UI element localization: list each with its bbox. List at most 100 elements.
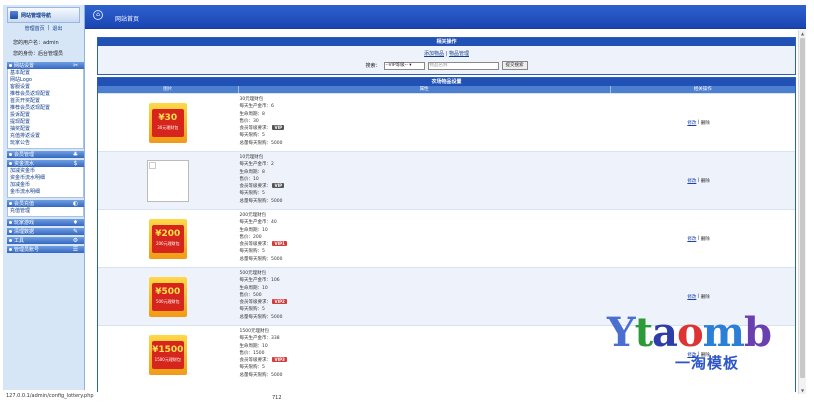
item-manage-link[interactable]: 物品管理 — [449, 51, 469, 57]
search-input[interactable]: 物品名称 — [427, 61, 499, 70]
item-attr: 生命周期：10 — [240, 227, 611, 234]
ops-panel: 相关操作 添加物品 | 物品管理 搜索： --VIP等级-- ▾ 物品名称 提交… — [97, 37, 796, 75]
bullet-icon — [9, 162, 12, 165]
broken-image-icon — [146, 159, 189, 202]
sidebar-item[interactable]: 客服设置 — [10, 84, 81, 91]
sidebar-item[interactable]: 推荐会员返现配置 — [10, 105, 81, 112]
sidebar-item[interactable]: 金币流水明细 — [10, 189, 81, 196]
vip-level-select[interactable]: --VIP等级-- ▾ — [383, 61, 425, 70]
item-attr-text: 售价：30 — [239, 118, 259, 124]
logout-link[interactable]: 退出 — [52, 25, 62, 32]
edit-link[interactable]: 修改 — [687, 352, 696, 358]
sidebar-item[interactable]: 加减资金币 — [10, 168, 81, 175]
sidebar-item[interactable]: 玩家公告 — [10, 140, 81, 147]
sidebar-item[interactable]: 充值管理 — [10, 208, 81, 215]
item-attr-text: 每天限购：5 — [239, 191, 265, 197]
item-attr: 售价：500 — [240, 292, 611, 299]
vertical-scrollbar[interactable]: ▲ ▼ — [798, 30, 806, 394]
item-attr: 会员等级要求： VIP1 — [240, 241, 611, 248]
item-actions-cell: 修改 | 删除 — [610, 210, 795, 267]
sidebar-item[interactable]: 投诉配置 — [10, 112, 81, 119]
item-attr: 每天限购：5 — [240, 132, 611, 139]
admin-home-link[interactable]: 管理首页 — [25, 25, 45, 32]
item-attr: 售价：1500 — [240, 350, 611, 357]
nav-group-title: 会员管理 — [14, 152, 35, 158]
nav-group-header[interactable]: 玩家游戏 ♦ — [7, 219, 84, 226]
nav-group-header[interactable]: 工具 ⚙ — [7, 237, 84, 244]
item-attr-text: 总量每天限购：5000 — [239, 314, 283, 320]
sidebar-item[interactable]: 加减金币 — [10, 182, 81, 189]
item-attr: 每天生产金币：40 — [240, 219, 611, 226]
item-attr: 每天生产金币：6 — [240, 103, 611, 110]
item-attr-text: 每天限购：5 — [239, 133, 265, 139]
delete-link[interactable]: 删除 — [701, 352, 710, 358]
item-attr-text: 10元理财包 — [239, 155, 264, 160]
sidebar-item[interactable]: 基本配置 — [10, 70, 81, 77]
item-attr: 售价：10 — [240, 176, 611, 183]
table-row: ¥30 30元理财包 30元理财包 每天生产金币：6 生命周期：8 售价：30 会员等级要求… — [98, 93, 795, 151]
sidebar-item[interactable]: 首页开奖配置 — [10, 98, 81, 105]
item-image-caption: 200元理财包 — [155, 240, 180, 246]
col-actions: 相关操作 — [693, 87, 712, 92]
edit-link[interactable]: 修改 — [687, 178, 696, 184]
delete-link[interactable]: 删除 — [701, 294, 710, 300]
sidebar-item[interactable]: 推荐会员返现配置 — [10, 91, 81, 98]
edit-link[interactable]: 修改 — [687, 120, 696, 126]
home-icon[interactable]: ⌂ — [93, 10, 103, 20]
ops-title: 相关操作 — [98, 38, 795, 46]
sidebar-item[interactable]: 充值排返设置 — [10, 133, 81, 140]
nav-group-header[interactable]: 管理员账号 ☰ — [7, 246, 84, 253]
money-icon: $ — [73, 160, 78, 167]
item-attr-text: 总量每天限购：5000 — [239, 256, 283, 262]
item-attr-text: 生命周期：8 — [239, 111, 265, 117]
nav-group-header[interactable]: 网站设置 ✂ — [7, 62, 84, 69]
item-attr-text: 每天限购：5 — [239, 365, 265, 371]
sidebar-item[interactable]: 提现配置 — [10, 119, 81, 126]
bullet-icon — [9, 248, 12, 251]
item-image-amount: ¥500 — [155, 286, 181, 297]
nav-group-header[interactable]: 会员充值 ◐ — [7, 200, 84, 207]
sidebar-item[interactable]: 资金币流水明细 — [10, 175, 81, 182]
item-attr-text: 1500元理财包 — [239, 329, 269, 334]
delete-link[interactable]: 删除 — [701, 178, 710, 184]
item-attr-text: 每天生产金币：2 — [239, 162, 274, 168]
edit-link[interactable]: 修改 — [687, 294, 696, 300]
item-attr: 总量每天限购：5000 — [240, 256, 611, 263]
add-item-link[interactable]: 添加物品 — [424, 51, 444, 57]
item-attr: 10元理财包 — [240, 154, 611, 161]
item-image-cell: ¥500 500元理财包 — [98, 268, 238, 325]
item-attr: 会员等级要求： VIP — [240, 125, 611, 132]
nav-group-header[interactable]: 清理数据 ✎ — [7, 228, 84, 235]
bullet-icon — [9, 239, 12, 242]
table-header: 图片 属性 相关操作 — [98, 86, 795, 93]
item-attr-text: 200元理财包 — [239, 213, 267, 218]
action-separator: | — [697, 294, 700, 299]
nav-group-header[interactable]: 资金流水 $ — [7, 160, 84, 167]
nav-group: 资金流水 $ 加减资金币 资金币流水明细 加减金币 金币流水明细 — [7, 160, 84, 198]
item-attr: 每天限购：5 — [240, 306, 611, 313]
username-line: 您的用户名：admin — [13, 40, 59, 46]
item-attr-text: 生命周期：10 — [239, 285, 268, 291]
item-attr: 30元理财包 — [240, 96, 611, 103]
col-attrs: 属性 — [239, 86, 611, 93]
delete-link[interactable]: 删除 — [701, 236, 710, 242]
item-attr-text: 30元理财包 — [239, 97, 264, 102]
item-attr: 200元理财包 — [240, 212, 611, 219]
nav-group-title: 管理员账号 — [14, 247, 40, 253]
scroll-thumb[interactable] — [800, 38, 805, 378]
scroll-down-icon[interactable]: ▼ — [800, 388, 805, 393]
sidebar-item[interactable]: 网站Logo — [10, 77, 81, 84]
role-line: 您的身份：后台管理员 — [13, 51, 64, 57]
edit-link[interactable]: 修改 — [687, 236, 696, 242]
sidebar-item[interactable]: 抽奖配置 — [10, 126, 81, 133]
nav-group-header[interactable]: 会员管理 ♣ — [7, 151, 84, 158]
vip-level-select-value: --VIP等级-- — [385, 62, 408, 68]
delete-link[interactable]: 删除 — [701, 120, 710, 126]
top-links-separator: | — [47, 25, 50, 31]
search-submit-button[interactable]: 提交搜索 — [501, 61, 528, 70]
item-attrs-cell: 10元理财包 每天生产金币：2 生命周期：8 售价：10 会员等级要求： VIP 每天限购… — [238, 152, 611, 209]
item-image: ¥30 30元理财包 — [148, 102, 187, 143]
action-separator: | — [697, 120, 700, 125]
item-attr-text: 每天生产金币：40 — [239, 220, 277, 226]
scroll-up-icon[interactable]: ▲ — [800, 31, 805, 36]
